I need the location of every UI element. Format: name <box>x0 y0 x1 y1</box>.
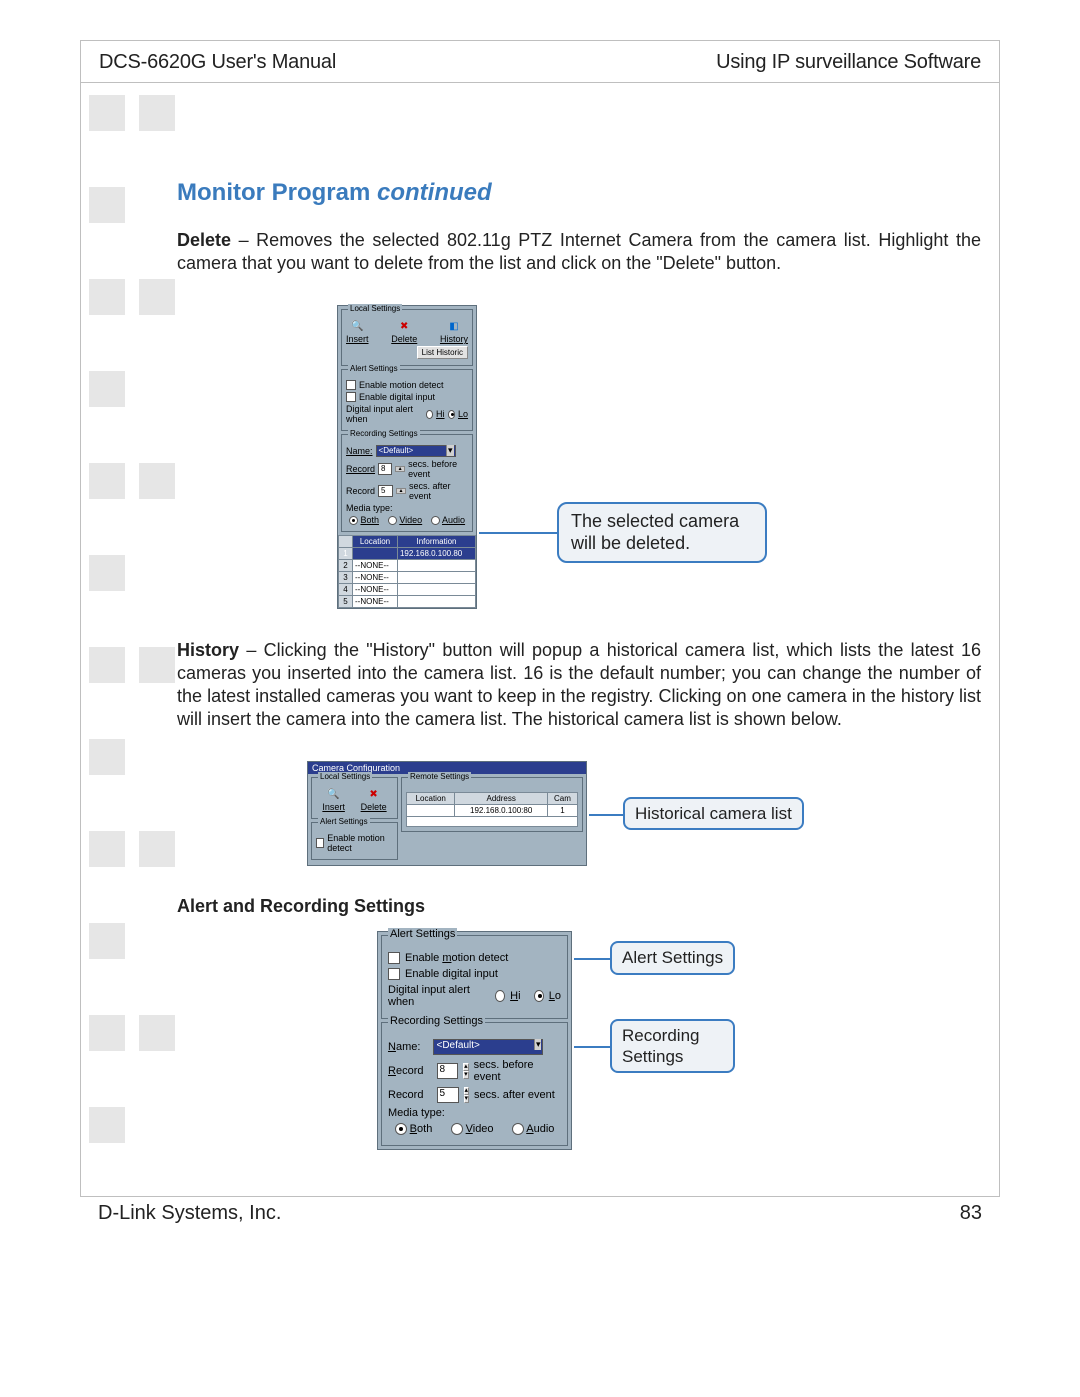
header-right: Using IP surveillance Software <box>716 51 981 74</box>
table-row: 192.168.0.100:801 <box>407 805 578 817</box>
fig3-callout-alert: Alert Settings <box>610 941 735 974</box>
both-radio[interactable] <box>395 1123 407 1135</box>
list-historic-button[interactable]: List Historic <box>417 346 468 359</box>
motion-checkbox[interactable] <box>316 838 324 848</box>
after-stepper[interactable]: ▴▾ <box>464 1087 470 1103</box>
alert-settings-label: Alert Settings <box>388 928 457 940</box>
video-radio[interactable] <box>451 1123 463 1135</box>
header-left: DCS-6620G User's Manual <box>99 51 336 74</box>
history-table: LocationAddressCam 192.168.0.100:801 <box>406 792 578 817</box>
alert-settings-label: Alert Settings <box>348 364 400 373</box>
lo-radio[interactable] <box>534 990 544 1002</box>
audio-radio[interactable] <box>431 516 440 525</box>
fig3-settings-panel: Alert Settings Enable motion detect Enab… <box>377 931 572 1150</box>
page-number: 83 <box>960 1202 982 1225</box>
hi-radio[interactable] <box>426 410 433 419</box>
page-header: DCS-6620G User's Manual Using IP surveil… <box>81 41 999 83</box>
lo-radio[interactable] <box>448 410 455 419</box>
hi-radio[interactable] <box>495 990 505 1002</box>
before-stepper[interactable]: ▴▾ <box>463 1063 469 1079</box>
table-row[interactable]: 4 <box>339 584 353 596</box>
before-stepper[interactable]: ▴ <box>395 466 405 472</box>
delete-paragraph: Delete – Removes the selected 802.11g PT… <box>177 229 981 275</box>
delete-button[interactable]: Delete <box>391 334 417 344</box>
delete-button[interactable]: Delete <box>361 802 387 812</box>
digital-checkbox[interactable] <box>388 968 400 980</box>
table-row[interactable]: 5 <box>339 596 353 608</box>
recording-settings-label: Recording Settings <box>388 1015 485 1027</box>
page-footer: D-Link Systems, Inc. 83 <box>80 1202 1000 1225</box>
motion-checkbox[interactable] <box>346 380 356 390</box>
fig3-callout-recording: RecordingSettings <box>610 1019 735 1074</box>
insert-button[interactable]: Insert <box>322 802 345 812</box>
insert-icon[interactable]: 🔍 <box>327 788 341 802</box>
footer-company: D-Link Systems, Inc. <box>98 1202 281 1225</box>
delete-icon[interactable]: ✖ <box>397 320 411 334</box>
history-button[interactable]: History <box>440 334 468 344</box>
history-icon[interactable]: ◧ <box>447 320 461 334</box>
delete-icon[interactable]: ✖ <box>367 788 381 802</box>
fig1-callout: The selected camera will be deleted. <box>557 502 767 563</box>
name-select[interactable]: <Default> <box>376 445 456 457</box>
camera-table: LocationInformation 1192.168.0.100.80 2-… <box>338 535 476 608</box>
insert-button[interactable]: Insert <box>346 334 369 344</box>
after-secs-input[interactable]: 5 <box>437 1087 459 1103</box>
digital-checkbox[interactable] <box>346 392 356 402</box>
recording-settings-label: Recording Settings <box>348 429 420 438</box>
fig2-callout: Historical camera list <box>623 797 804 830</box>
audio-radio[interactable] <box>512 1123 524 1135</box>
section-title: Monitor Program continued <box>177 179 981 207</box>
table-row[interactable]: 3 <box>339 572 353 584</box>
local-settings-label: Local Settings <box>348 304 402 313</box>
after-secs-input[interactable]: 5 <box>378 485 393 497</box>
video-radio[interactable] <box>388 516 397 525</box>
table-row[interactable]: 1 <box>339 548 353 560</box>
subsection-title: Alert and Recording Settings <box>177 896 981 917</box>
fig1-local-settings-panel: Local Settings 🔍 Insert ✖ Delete <box>337 305 477 609</box>
table-row[interactable]: 2 <box>339 560 353 572</box>
fig2-camera-config-panel: Camera Configuration Local Settings 🔍Ins… <box>307 761 587 866</box>
decorative-sidebar <box>81 83 177 1190</box>
after-stepper[interactable]: ▴ <box>396 488 406 494</box>
motion-checkbox[interactable] <box>388 952 400 964</box>
both-radio[interactable] <box>349 516 358 525</box>
history-paragraph: History – Clicking the "History" button … <box>177 639 981 731</box>
before-secs-input[interactable]: 8 <box>437 1063 459 1079</box>
insert-icon[interactable]: 🔍 <box>350 320 364 334</box>
before-secs-input[interactable]: 8 <box>378 463 392 475</box>
name-select[interactable]: <Default> <box>433 1039 543 1055</box>
